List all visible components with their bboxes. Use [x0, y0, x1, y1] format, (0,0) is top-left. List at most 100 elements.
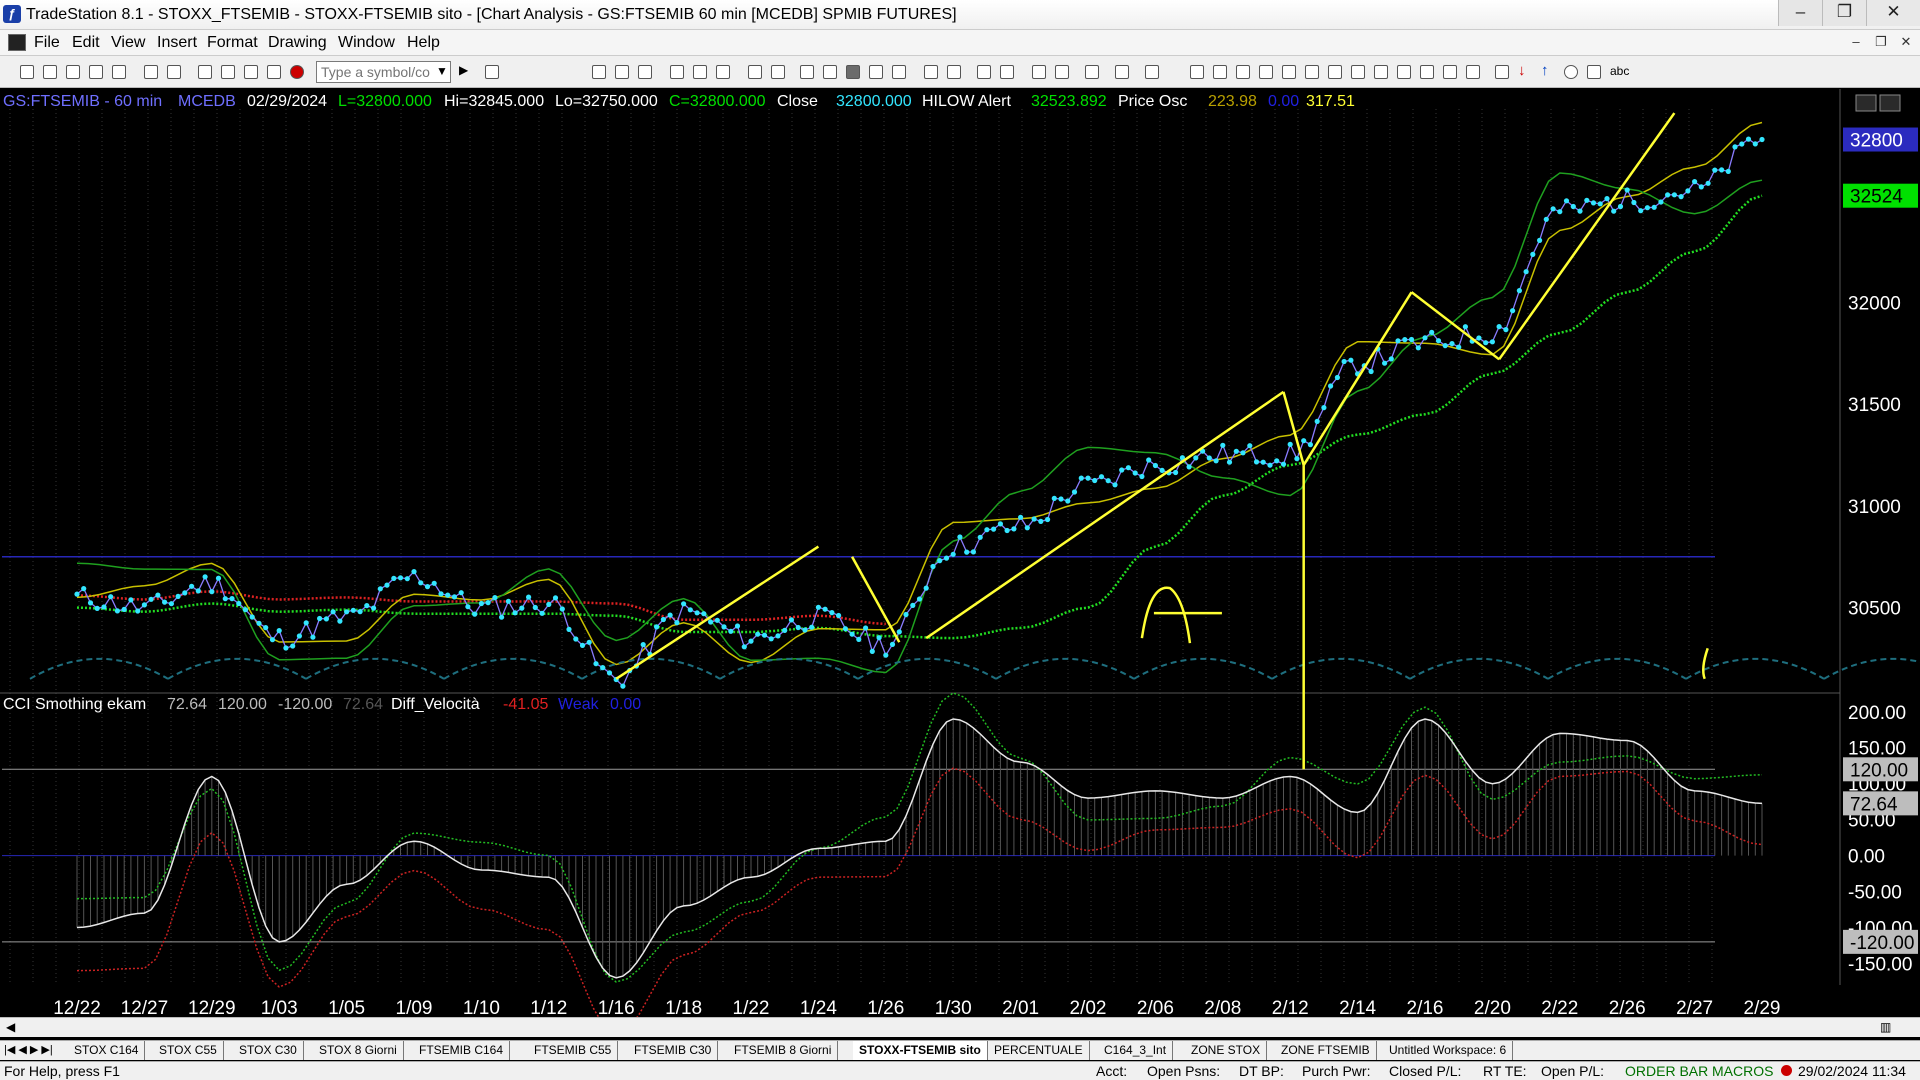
- andrews-pitchfork-icon[interactable]: [1305, 65, 1319, 79]
- workspace-tab[interactable]: FTSEMIB C164: [413, 1041, 511, 1060]
- print-preview-icon[interactable]: [144, 65, 158, 79]
- find-symbol-icon[interactable]: [485, 65, 499, 79]
- menu-window[interactable]: Window: [338, 34, 395, 52]
- workspace-tab[interactable]: ZONE STOX: [1185, 1041, 1268, 1060]
- tab-nav-icon[interactable]: |◀ ◀ ▶ ▶|: [4, 1043, 53, 1056]
- chevron-down-icon[interactable]: ▼: [436, 64, 448, 78]
- new-icon[interactable]: [20, 65, 34, 79]
- chart-svg[interactable]: 30500310003150032000200.00150.00100.0050…: [0, 89, 1920, 1023]
- trend-channel-icon[interactable]: [1374, 65, 1388, 79]
- workspace-tab[interactable]: STOX C55: [153, 1041, 224, 1060]
- price-point: [209, 589, 215, 595]
- speed-lines-icon[interactable]: [1328, 65, 1342, 79]
- menu-edit[interactable]: Edit: [72, 34, 100, 52]
- gann-fan-icon[interactable]: [1282, 65, 1296, 79]
- price-point: [1752, 141, 1758, 147]
- child-close-button[interactable]: ✕: [1895, 34, 1917, 52]
- minimize-button[interactable]: –: [1778, 0, 1822, 26]
- rectangle-icon[interactable]: [1587, 65, 1601, 79]
- workspace-tab[interactable]: STOX C30: [233, 1041, 304, 1060]
- window-tile-icon[interactable]: [198, 65, 212, 79]
- link-icon[interactable]: [670, 65, 684, 79]
- workspace-tab[interactable]: C164_3_Int: [1098, 1041, 1174, 1060]
- price-point: [344, 609, 350, 615]
- arrow-down-icon[interactable]: ↓: [1518, 62, 1532, 79]
- workspace-tab[interactable]: STOX 8 Giorni: [313, 1041, 404, 1060]
- move-chart-icon[interactable]: [924, 65, 938, 79]
- workspace-tab[interactable]: ZONE FTSEMIB: [1275, 1041, 1377, 1060]
- candle-chart-icon[interactable]: [892, 65, 906, 79]
- menu-insert[interactable]: Insert: [157, 34, 197, 52]
- trade-icon[interactable]: [1055, 65, 1069, 79]
- copy-icon[interactable]: [89, 65, 103, 79]
- chart-window-icon[interactable]: [8, 34, 26, 51]
- insert-indicator-icon[interactable]: [748, 65, 762, 79]
- scroll-grip-icon[interactable]: ▥: [1880, 1020, 1891, 1034]
- chart-area[interactable]: 30500 31000 31500 32000 200.00 150.00 100.00 50…: [0, 89, 1920, 1023]
- child-restore-button[interactable]: ❐: [1870, 34, 1892, 52]
- pencil-icon[interactable]: [1495, 65, 1509, 79]
- workspace-tab[interactable]: FTSEMIB C30: [628, 1041, 719, 1060]
- pointer-icon[interactable]: [1032, 65, 1046, 79]
- symbol-input[interactable]: [316, 61, 451, 83]
- open-folder-icon[interactable]: [43, 65, 57, 79]
- menu-drawing[interactable]: Drawing: [268, 34, 327, 52]
- refresh-icon[interactable]: [716, 65, 730, 79]
- fib-retracement-icon[interactable]: [1259, 65, 1273, 79]
- open-workspace-icon[interactable]: [66, 65, 80, 79]
- window-cascade-icon[interactable]: [221, 65, 235, 79]
- workspace-tab[interactable]: FTSEMIB C55: [528, 1041, 619, 1060]
- dark-chart-icon[interactable]: [846, 65, 860, 79]
- format-window-icon[interactable]: [592, 65, 606, 79]
- insert-strategy-icon[interactable]: [771, 65, 785, 79]
- regression-icon[interactable]: [1351, 65, 1365, 79]
- print-icon[interactable]: [167, 65, 181, 79]
- cycle-lines-icon[interactable]: [1443, 65, 1457, 79]
- play-arrow-icon[interactable]: ▶: [459, 63, 473, 77]
- close-button[interactable]: ✕: [1866, 0, 1920, 26]
- properties-icon[interactable]: [1145, 65, 1159, 79]
- arrow-up-icon[interactable]: ↑: [1541, 62, 1555, 79]
- ellipse-icon[interactable]: [1564, 65, 1578, 79]
- bar-chart-icon[interactable]: [869, 65, 883, 79]
- hand-icon[interactable]: [1115, 65, 1129, 79]
- price-point: [620, 683, 626, 689]
- zoom-out-icon[interactable]: [1000, 65, 1014, 79]
- menu-help[interactable]: Help: [407, 34, 440, 52]
- menu-file[interactable]: File: [34, 34, 60, 52]
- radar-icon[interactable]: [823, 65, 837, 79]
- workspace-tab[interactable]: FTSEMIB 8 Giorni: [728, 1041, 839, 1060]
- horizontal-lines-icon[interactable]: [1236, 65, 1250, 79]
- zoom-in-icon[interactable]: [977, 65, 991, 79]
- trendline-icon[interactable]: [1190, 65, 1204, 79]
- freehand-icon[interactable]: [1466, 65, 1480, 79]
- color-ball-icon[interactable]: [290, 65, 304, 79]
- workspace-tab[interactable]: PERCENTUALE: [988, 1041, 1090, 1060]
- macros-button[interactable]: MACROS: [1712, 1063, 1773, 1079]
- horizontal-scrollbar[interactable]: ◀ ▥: [0, 1017, 1920, 1037]
- folder-icon[interactable]: [112, 65, 126, 79]
- price-tag: 32800: [1850, 131, 1903, 152]
- order-bar-button[interactable]: ORDER BAR: [1625, 1063, 1708, 1079]
- fib-arcs-icon[interactable]: [1420, 65, 1434, 79]
- lock-icon[interactable]: [244, 65, 258, 79]
- text-tool-icon[interactable]: abc: [1610, 64, 1629, 78]
- price-point: [512, 610, 518, 616]
- data-window-icon[interactable]: [800, 65, 814, 79]
- menu-view[interactable]: View: [111, 34, 145, 52]
- workspace-tab[interactable]: STOX C164: [68, 1041, 146, 1060]
- paint-icon[interactable]: [267, 65, 281, 79]
- workspace-tab[interactable]: Untitled Workspace: 6: [1383, 1041, 1514, 1060]
- child-minimize-button[interactable]: –: [1845, 34, 1867, 52]
- scroll-left-icon[interactable]: ◀: [6, 1020, 15, 1034]
- horizontal-arrow-icon[interactable]: [1397, 65, 1411, 79]
- chart-link-icon[interactable]: [693, 65, 707, 79]
- workspace-tab[interactable]: STOXX-FTSEMIB sito: [853, 1041, 988, 1060]
- tools-icon[interactable]: [1085, 65, 1099, 79]
- scale-icon[interactable]: [947, 65, 961, 79]
- menu-format[interactable]: Format: [207, 34, 258, 52]
- vertical-lines-icon[interactable]: [1213, 65, 1227, 79]
- spreadsheet-icon[interactable]: [638, 65, 652, 79]
- format-data-icon[interactable]: [615, 65, 629, 79]
- maximize-button[interactable]: ❐: [1822, 0, 1866, 26]
